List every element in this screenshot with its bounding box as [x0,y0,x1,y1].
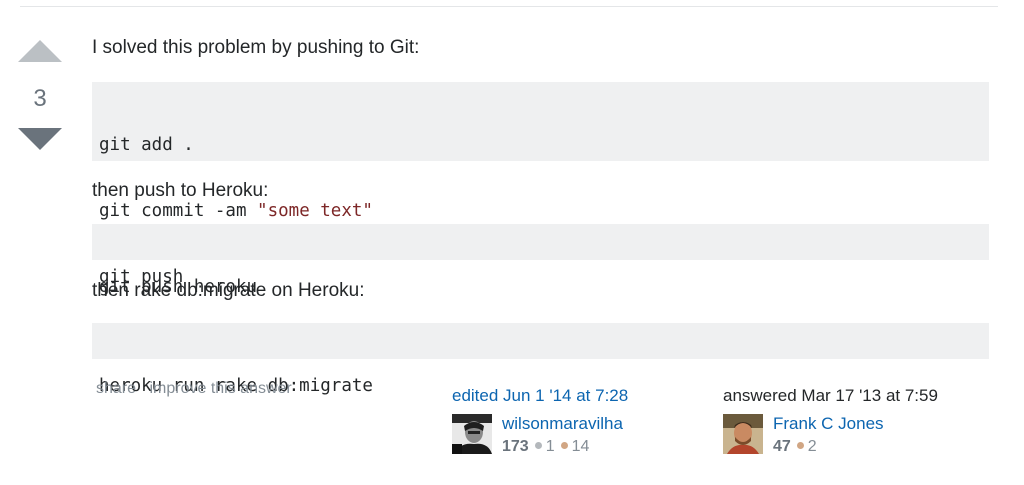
avatar-icon [723,414,763,454]
reputation-score: 47 [773,438,791,455]
code-line: git add . [99,135,194,155]
post-menu: share improve this answer [96,380,301,398]
answer-paragraph-heroku: then push to Heroku: [92,180,269,201]
improve-answer-link[interactable]: improve this answer [149,380,291,397]
code-line: git commit -am "some text" [99,200,982,222]
edited-signature: edited Jun 1 '14 at 7:28 wilsonmaravilha… [452,386,628,464]
edited-timestamp-link[interactable]: edited Jun 1 '14 at 7:28 [452,386,628,408]
editor-card: wilsonmaravilha 173 1 14 [452,414,628,464]
reputation-score: 173 [502,438,529,455]
downvote-arrow-icon[interactable] [18,128,62,150]
code-string: "some text" [257,201,373,221]
author-card: Frank C Jones 47 2 [723,414,938,464]
code-command: git commit -am [99,201,258,221]
top-divider [20,6,998,7]
author-username-link[interactable]: Frank C Jones [773,414,884,434]
author-stats: 47 2 [773,438,817,456]
vote-count: 3 [33,85,47,112]
upvote-arrow-icon[interactable] [18,40,62,62]
answer-paragraph-migrate: then rake db:migrate on Heroku: [92,280,365,301]
bronze-badge-icon [796,442,804,450]
editor-username-link[interactable]: wilsonmaravilha [502,414,623,434]
editor-avatar[interactable] [452,414,492,454]
answer-intro-text: I solved this problem by pushing to Git: [92,37,420,58]
editor-stats: 173 1 14 [502,438,589,456]
bronze-badge-count: 14 [571,438,590,455]
author-avatar[interactable] [723,414,763,454]
answered-signature: answered Mar 17 '13 at 7:59 Frank C Jone… [723,386,938,464]
bronze-badge-icon [560,442,568,450]
bronze-badge-count: 2 [807,438,817,455]
code-block-git: git add . git commit -am "some text" git… [92,82,989,287]
code-block-migrate: heroku run rake db:migrate [92,323,989,396]
silver-badge-count: 1 [545,438,555,455]
silver-badge-icon [534,442,542,450]
avatar-icon [452,414,492,454]
share-link[interactable]: share [96,380,136,397]
code-block-heroku-push: git push heroku [92,224,989,297]
answered-timestamp: answered Mar 17 '13 at 7:59 [723,386,938,405]
